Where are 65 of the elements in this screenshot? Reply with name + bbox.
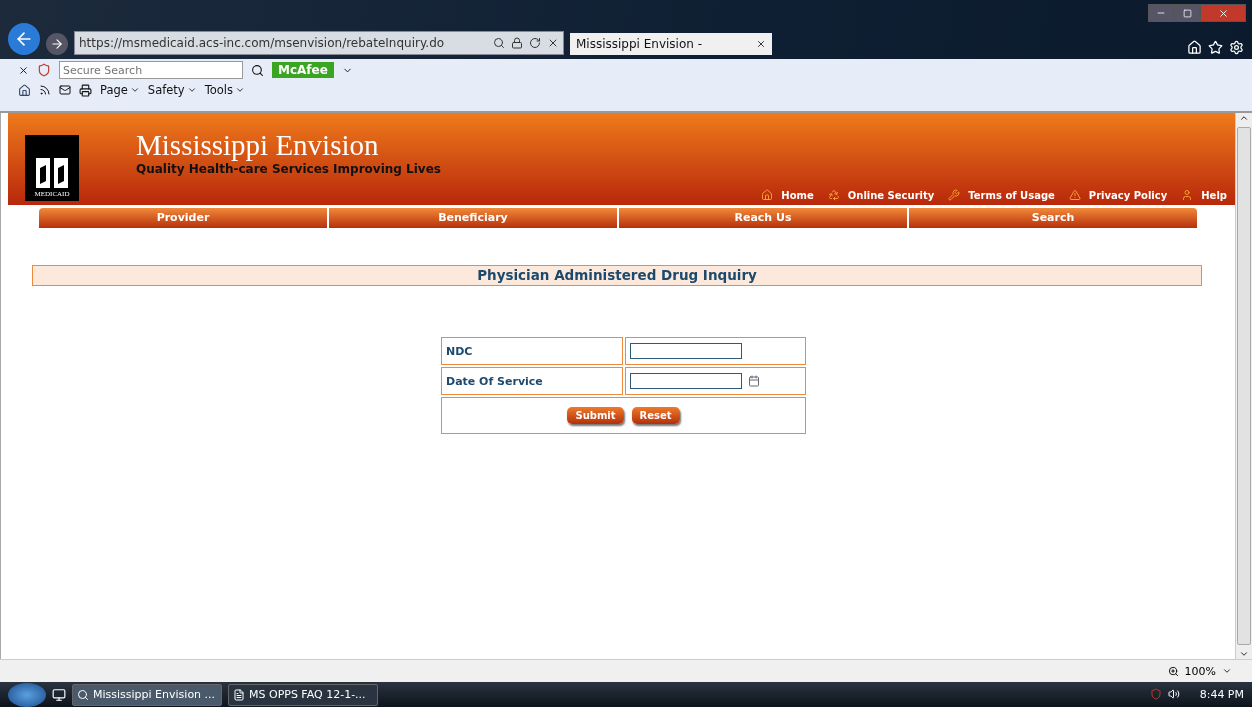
header-link[interactable]: Online Security <box>827 189 935 201</box>
settings-icon[interactable] <box>1229 40 1244 55</box>
tagline: Quality Health-care Services Improving Lives <box>136 162 441 176</box>
nav-link[interactable]: Beneficiary <box>327 208 617 228</box>
feed-icon[interactable] <box>39 84 51 96</box>
form-button[interactable]: Reset <box>631 407 680 424</box>
volume-icon[interactable] <box>1167 688 1180 700</box>
back-button[interactable] <box>8 23 40 55</box>
scrollbar-thumb[interactable] <box>1237 127 1251 645</box>
field-label: NDC <box>441 337 623 365</box>
mail-icon[interactable] <box>59 84 71 96</box>
scroll-down-icon[interactable] <box>1239 649 1249 659</box>
shield-icon <box>37 63 51 77</box>
search-icon[interactable] <box>251 63 264 77</box>
caret-icon <box>186 85 197 95</box>
page-heading: Physician Administered Drug Inquiry <box>32 265 1202 286</box>
form-button[interactable]: Submit <box>567 407 624 424</box>
search-field[interactable]: Secure Search <box>59 61 243 79</box>
menu-button[interactable]: Safety <box>147 83 197 97</box>
home-icon[interactable] <box>18 83 31 97</box>
menu-button[interactable]: Tools <box>204 83 245 97</box>
printer-icon[interactable] <box>79 83 92 97</box>
menu-button[interactable]: Page <box>100 83 140 97</box>
input-field[interactable] <box>630 343 742 359</box>
close-icon[interactable] <box>18 64 29 76</box>
taskbar-window[interactable]: Mississippi Envision ... <box>72 683 222 706</box>
zoom-icon[interactable] <box>1167 665 1179 677</box>
caret-icon <box>129 85 140 95</box>
desktop-icon[interactable] <box>52 687 66 702</box>
nav-link[interactable]: Reach Us <box>617 208 907 228</box>
wrench-icon <box>948 189 961 201</box>
scroll-up-icon[interactable] <box>1239 113 1249 123</box>
header-link[interactable]: Home <box>761 189 814 201</box>
refresh-icon[interactable] <box>529 37 541 49</box>
field-label: Date Of Service <box>441 367 623 395</box>
document-icon <box>233 688 245 701</box>
mcafee-button[interactable]: McAfee <box>272 62 334 78</box>
clock: 8:44 PM <box>1199 688 1244 701</box>
zoom-level[interactable]: 100% <box>1184 664 1216 678</box>
favorites-icon[interactable] <box>1208 40 1223 55</box>
site-title: Mississippi Envision <box>136 129 380 162</box>
house-icon <box>761 189 774 201</box>
nav-link[interactable]: Search <box>907 208 1197 228</box>
forward-button[interactable] <box>46 33 68 55</box>
warning-icon <box>1068 189 1081 201</box>
header-link[interactable]: Privacy Policy <box>1068 189 1168 201</box>
stop-icon[interactable] <box>547 37 559 49</box>
lock-icon <box>511 37 523 49</box>
forward-arrow-icon <box>50 37 64 51</box>
close-icon[interactable] <box>756 39 766 49</box>
input-field[interactable] <box>630 373 742 389</box>
caret-icon <box>235 85 245 95</box>
start-button[interactable] <box>8 682 46 707</box>
person-icon <box>1181 189 1194 201</box>
browser-tab[interactable]: Mississippi Envision - <box>570 33 772 55</box>
recycle-icon <box>827 189 840 201</box>
calendar-icon[interactable] <box>748 375 760 387</box>
restore-icon[interactable] <box>1182 8 1192 18</box>
taskbar-window[interactable]: MS OPPS FAQ 12-1-... <box>228 683 378 706</box>
header-link[interactable]: Terms of Usage <box>948 189 1055 201</box>
header-link[interactable]: Help <box>1181 189 1227 201</box>
url-text: https://msmedicaid.acs-inc.com/msenvision/rebateInquiry.do <box>79 36 446 50</box>
address-bar[interactable]: https://msmedicaid.acs-inc.com/msenvision/rebateInquiry.do <box>74 31 564 55</box>
nav-link[interactable]: Provider <box>39 208 327 228</box>
caret-icon[interactable] <box>1222 666 1232 676</box>
